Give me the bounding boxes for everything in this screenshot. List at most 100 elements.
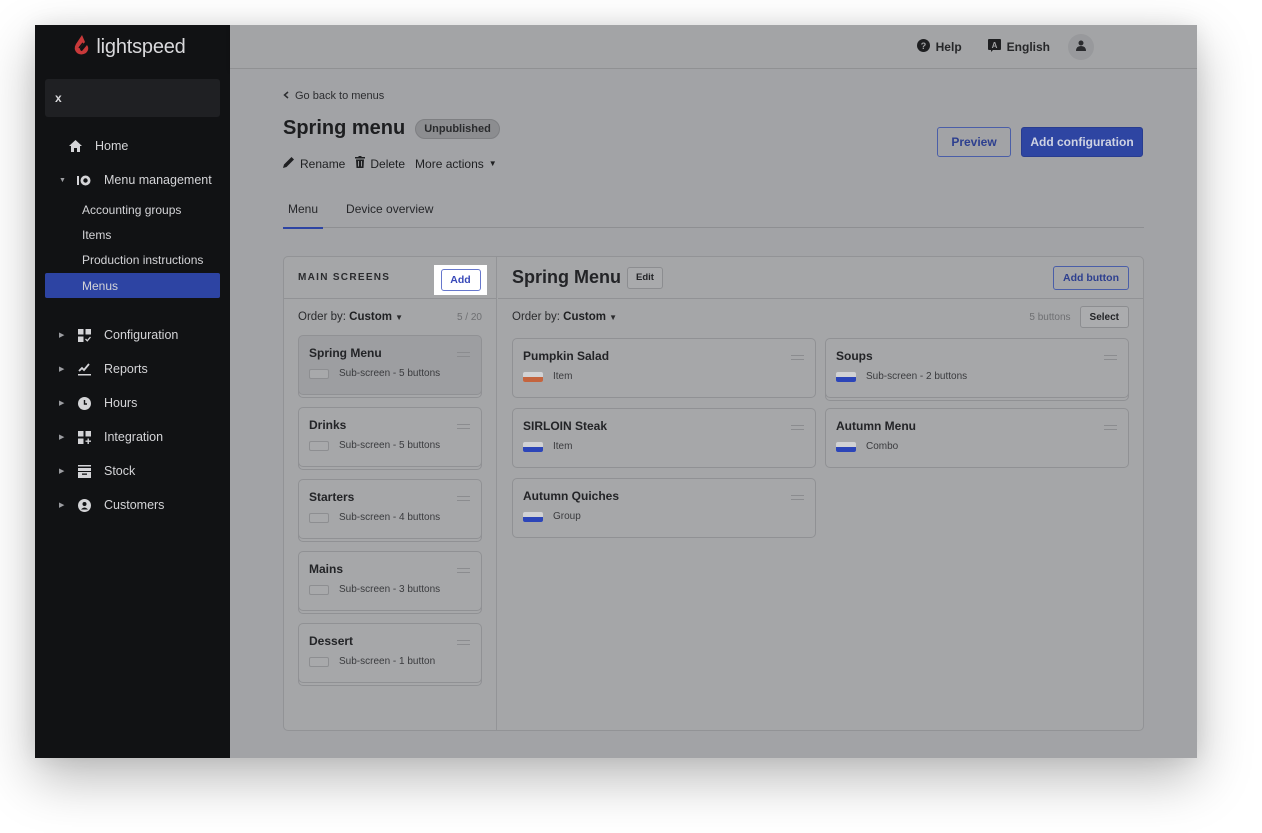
sidebar-item-customers[interactable]: ▶ Customers [35,488,230,522]
color-swatch [309,368,329,379]
user-avatar[interactable] [1068,33,1094,60]
screen-card[interactable]: Drinks Sub-screen - 5 buttons [298,407,482,467]
back-link-label: Go back to menus [295,90,385,102]
drag-handle-icon[interactable] [457,424,470,429]
sidebar-item-label: Reports [104,362,148,376]
help-link[interactable]: ? Help [916,38,962,55]
drag-handle-icon[interactable] [457,640,470,645]
language-selector[interactable]: A English [987,38,1050,55]
trash-icon [355,156,366,171]
help-label: Help [935,39,962,54]
sidebar-item-label: Menu management [104,173,212,187]
sidebar-item-stock[interactable]: ▶ Stock [35,454,230,488]
menu-button-card[interactable]: SIRLOIN Steak Item [512,408,816,468]
rename-button[interactable]: Rename [283,156,345,171]
drag-handle-icon[interactable] [791,355,804,360]
screen-subtitle: Sub-screen - 4 buttons [339,512,441,523]
caret-right-icon: ▶ [59,468,65,475]
close-sidebar-button[interactable]: x [45,79,220,117]
screens-order-dropdown[interactable]: Order by: Custom ▼ [298,311,403,323]
screen-subtitle: Sub-screen - 5 buttons [339,368,441,379]
main-screens-column: MAIN SCREENS Add Order by: Custom ▼ 5 / … [284,257,497,730]
sidebar-subitem-items[interactable]: Items [35,222,230,247]
sidebar-item-hours[interactable]: ▶ Hours [35,386,230,420]
screen-title: Starters [309,490,355,504]
screen-subtitle: Sub-screen - 1 button [339,656,436,667]
app-window: lightspeed x Home ▼ Menu management Acco… [35,25,1197,758]
color-swatch [523,441,543,452]
title-row: Spring menu Unpublished [283,117,500,140]
sidebar-item-menu-management[interactable]: ▼ Menu management [35,163,230,197]
clock-icon [77,396,91,410]
button-type: Combo [866,441,899,452]
user-icon [1076,38,1086,56]
delete-label: Delete [370,156,406,171]
sidebar: lightspeed x Home ▼ Menu management Acco… [35,25,230,758]
drag-handle-icon[interactable] [1104,355,1117,360]
tab-device-overview[interactable]: Device overview [341,202,438,228]
buttons-grid: Pumpkin Salad Item Soups Sub-screen - 2 … [498,335,1143,538]
add-configuration-button[interactable]: Add configuration [1021,127,1143,157]
screen-card[interactable]: Mains Sub-screen - 3 buttons [298,551,482,611]
sidebar-subitem-accounting-groups[interactable]: Accounting groups [35,197,230,222]
language-label: English [1006,39,1050,54]
back-link[interactable]: Go back to menus [283,90,384,102]
sidebar-item-integration[interactable]: ▶ Integration [35,420,230,454]
drag-handle-icon[interactable] [1104,425,1117,430]
sidebar-item-label: Customers [104,498,165,512]
screen-detail-title: Spring Menu [512,267,621,287]
delete-button[interactable]: Delete [355,156,405,171]
add-screen-button[interactable]: Add [440,269,481,291]
caret-right-icon: ▶ [59,400,65,407]
main-screens-label: MAIN SCREENS [298,272,391,283]
menu-button-card[interactable]: Soups Sub-screen - 2 buttons [825,338,1129,398]
button-type: Sub-screen - 2 buttons [866,371,968,382]
page-actions: Rename Delete More actions ▼ [283,156,497,171]
screen-detail-header: Spring Menu Edit Add button [498,257,1143,299]
screen-card[interactable]: Starters Sub-screen - 4 buttons [298,479,482,539]
screen-title: Dessert [309,634,354,648]
caret-right-icon: ▶ [59,332,65,339]
caret-down-icon: ▼ [59,176,66,184]
sidebar-subitem-menus[interactable]: Menus [45,273,220,298]
sidebar-subitem-production-instructions[interactable]: Production instructions [35,247,230,272]
menu-button-card[interactable]: Pumpkin Salad Item [512,338,816,398]
drag-handle-icon[interactable] [457,568,470,573]
svg-text:A: A [991,41,997,50]
select-button[interactable]: Select [1079,306,1129,328]
screen-card[interactable]: Spring Menu Sub-screen - 5 buttons [298,335,482,395]
drag-handle-icon[interactable] [457,496,470,501]
menu-button-card[interactable]: Autumn Quiches Group [512,478,816,538]
svg-text:?: ? [920,41,926,51]
sidebar-item-configuration[interactable]: ▶ Configuration [35,318,230,352]
drag-handle-icon[interactable] [791,425,804,430]
color-swatch [309,656,329,667]
screen-card[interactable]: Dessert Sub-screen - 1 button [298,623,482,683]
order-label: Order by: [298,311,346,323]
tab-menu[interactable]: Menu [283,202,324,229]
menu-editor-panel: MAIN SCREENS Add Order by: Custom ▼ 5 / … [283,256,1144,731]
sidebar-item-label: Home [95,139,129,153]
screens-count: 5 / 20 [456,311,482,323]
sidebar-item-home[interactable]: Home [35,129,230,163]
more-actions-dropdown[interactable]: More actions ▼ [415,157,497,171]
sidebar-item-reports[interactable]: ▶ Reports [35,352,230,386]
chevron-left-icon [283,90,289,102]
tab-bar: Menu Device overview [283,202,1144,229]
buttons-order-dropdown[interactable]: Order by: Custom ▼ [512,311,617,323]
drag-handle-icon[interactable] [457,352,470,357]
preview-button[interactable]: Preview [937,127,1011,157]
sidebar-item-label: Stock [104,464,136,478]
button-type: Item [553,441,573,452]
edit-screen-button[interactable]: Edit [627,266,663,289]
order-value: Custom [349,311,392,323]
button-title: Pumpkin Salad [523,349,610,363]
sidebar-item-label: Configuration [104,328,179,342]
more-actions-label: More actions [415,156,484,171]
menu-button-card[interactable]: Autumn Menu Combo [825,408,1129,468]
drag-handle-icon[interactable] [791,495,804,500]
button-type: Item [553,371,573,382]
button-title: SIRLOIN Steak [523,419,608,433]
add-menu-button[interactable]: Add button [1053,266,1129,290]
brand-logo[interactable]: lightspeed [35,25,230,69]
